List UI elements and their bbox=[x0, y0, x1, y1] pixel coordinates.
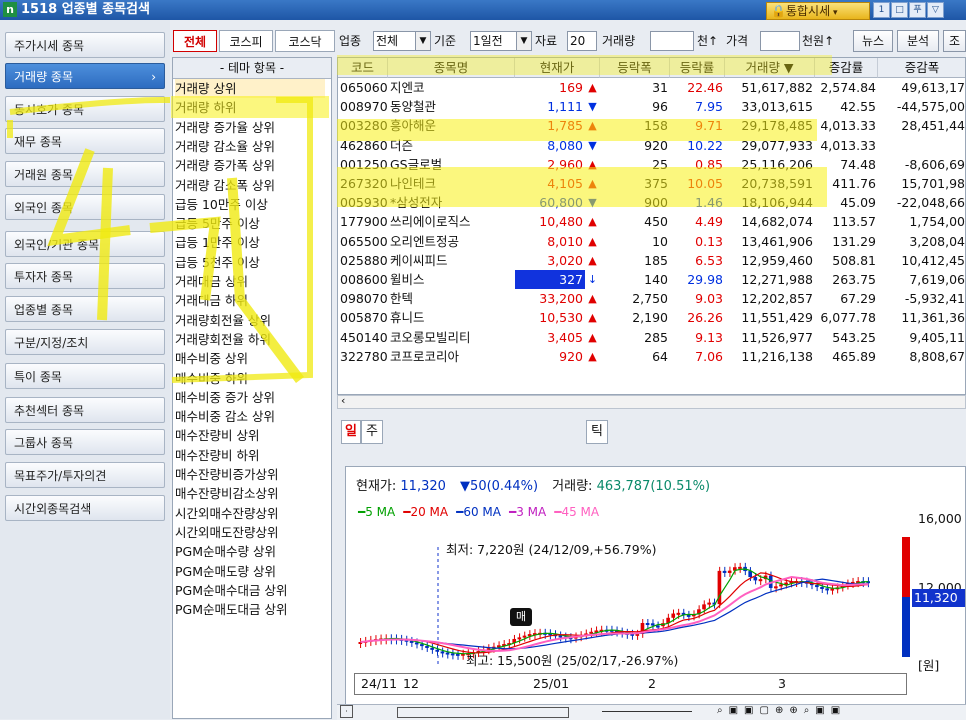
handwritten-annotation bbox=[7, 97, 313, 383]
